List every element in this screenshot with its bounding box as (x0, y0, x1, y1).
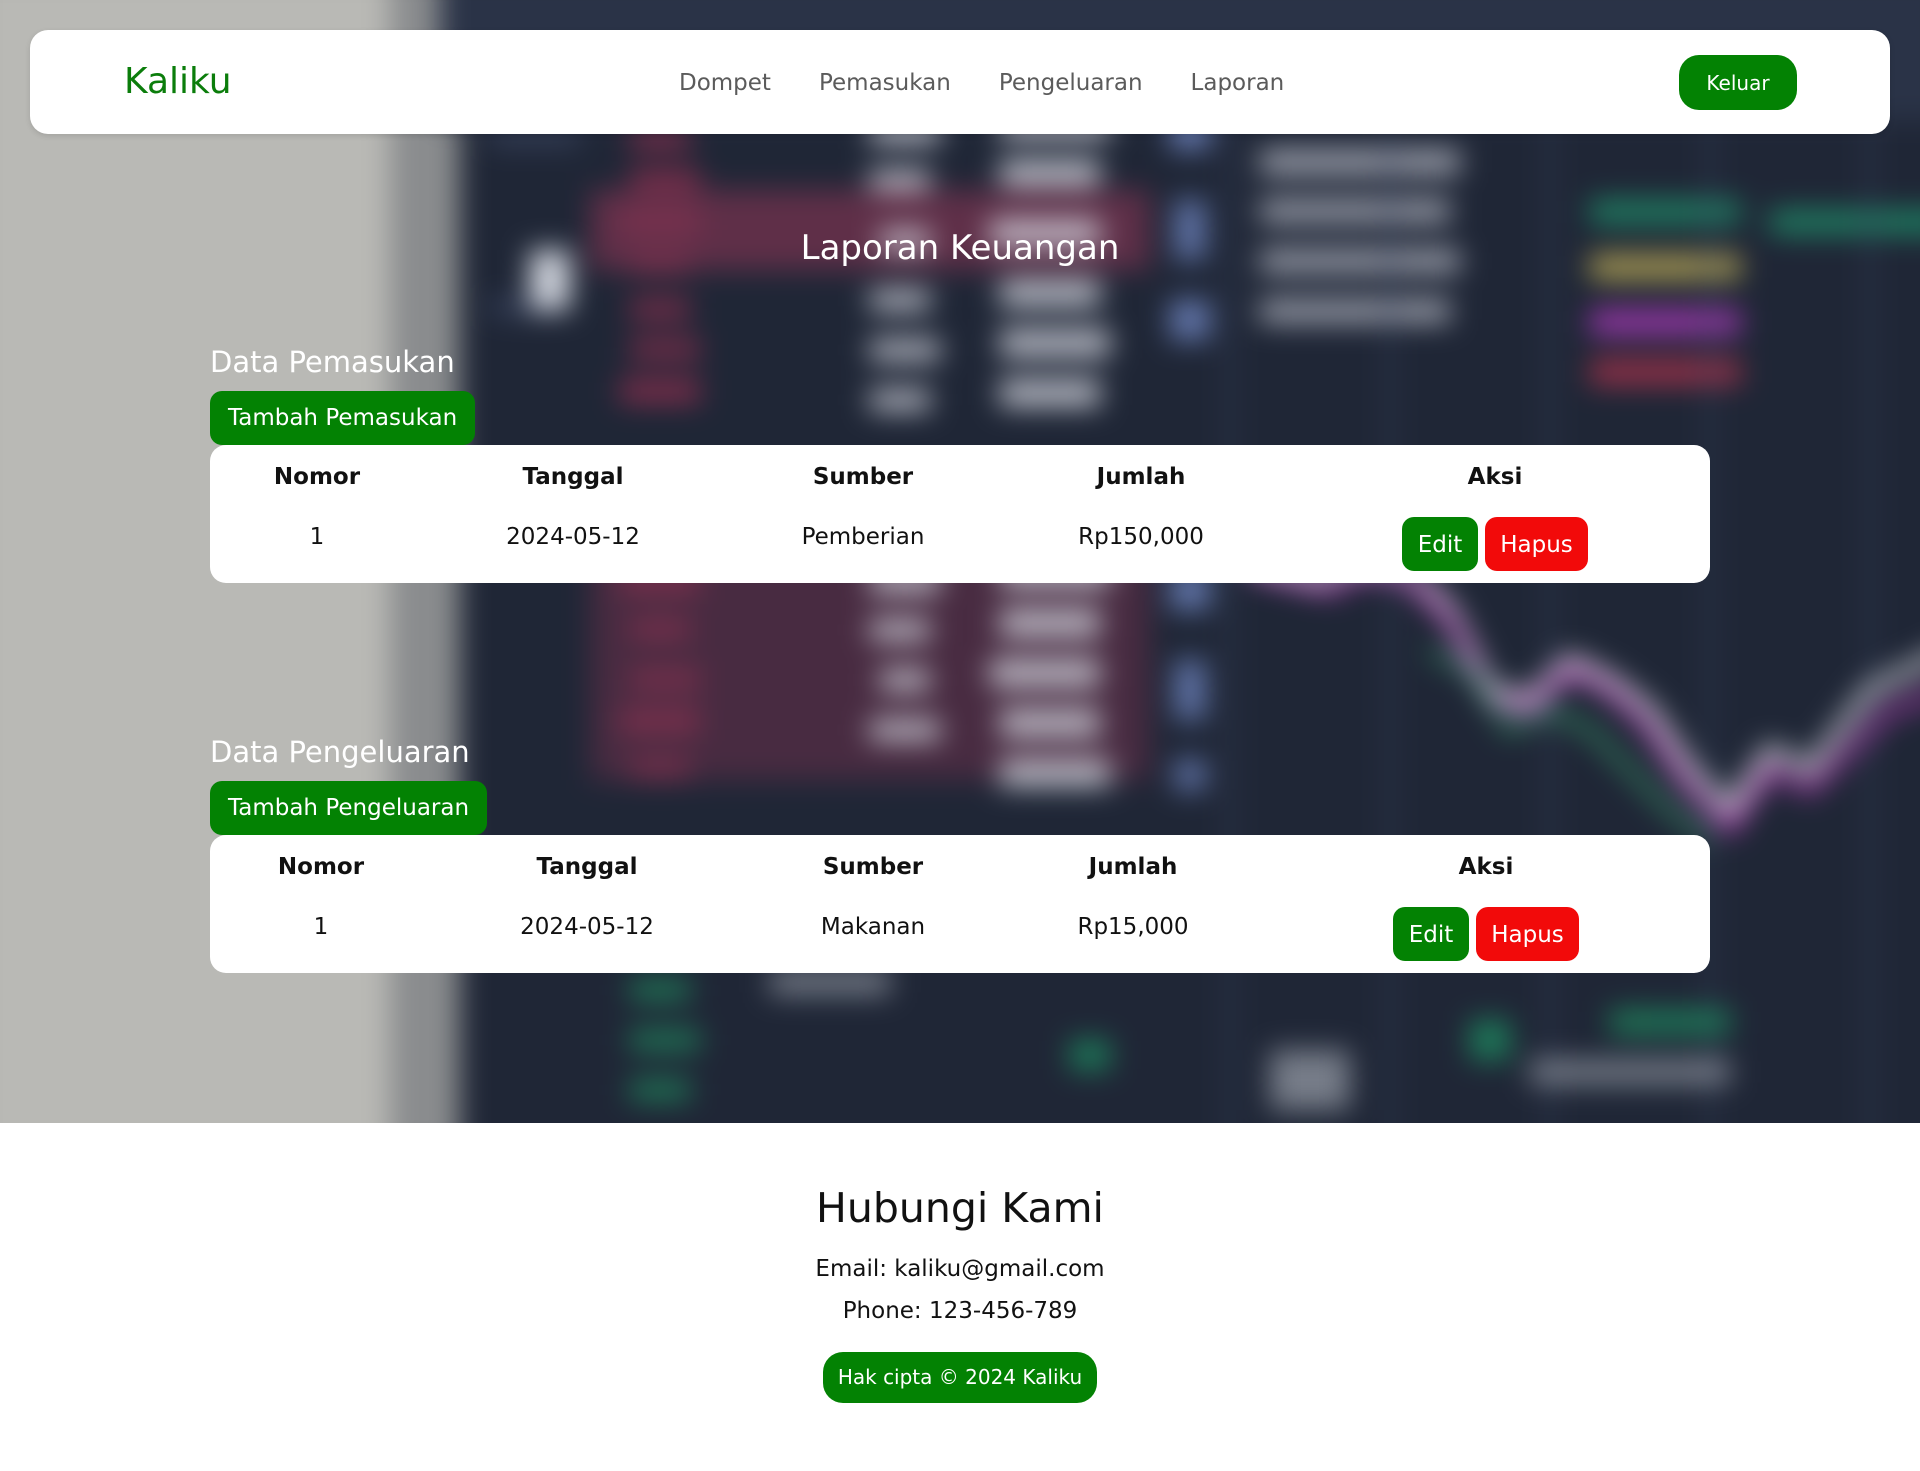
nav-link-laporan[interactable]: Laporan (1191, 68, 1285, 98)
cell-nomor: 1 (313, 914, 329, 940)
cell-tanggal: 2024-05-12 (506, 524, 640, 550)
nav-link-pengeluaran[interactable]: Pengeluaran (999, 68, 1143, 98)
page-title: Laporan Keuangan (800, 228, 1120, 268)
column-header-aksi: Aksi (1467, 464, 1523, 490)
cell-sumber: Makanan (820, 914, 926, 940)
nav-link-pemasukan[interactable]: Pemasukan (819, 68, 951, 98)
column-header-jumlah: Jumlah (1088, 854, 1178, 880)
delete-button[interactable]: Hapus (1476, 907, 1579, 961)
expense-section-title: Data Pengeluaran (210, 735, 470, 769)
nav-links: Dompet Pemasukan Pengeluaran Laporan (679, 68, 1332, 98)
column-header-sumber: Sumber (822, 854, 924, 880)
column-header-sumber: Sumber (812, 464, 914, 490)
column-header-aksi: Aksi (1458, 854, 1514, 880)
contact-phone: Phone: 123-456-789 (842, 1298, 1078, 1324)
cell-tanggal: 2024-05-12 (520, 914, 654, 940)
nav-link-dompet[interactable]: Dompet (679, 68, 771, 98)
column-header-nomor: Nomor (273, 464, 361, 490)
edit-button[interactable]: Edit (1393, 907, 1469, 961)
column-header-jumlah: Jumlah (1096, 464, 1186, 490)
cell-jumlah: Rp15,000 (1077, 914, 1189, 940)
cell-sumber: Pemberian (801, 524, 925, 550)
logout-button[interactable]: Keluar (1679, 55, 1797, 110)
column-header-tanggal: Tanggal (536, 854, 638, 880)
column-header-nomor: Nomor (277, 854, 365, 880)
column-header-tanggal: Tanggal (522, 464, 624, 490)
brand-logo[interactable]: Kaliku (124, 54, 232, 110)
navbar: Kaliku Dompet Pemasukan Pengeluaran Lapo… (30, 30, 1890, 134)
add-income-button[interactable]: Tambah Pemasukan (210, 391, 476, 445)
copyright-badge: Hak cipta © 2024 Kaliku (823, 1352, 1097, 1403)
income-table: Nomor Tanggal Sumber Jumlah Aksi 1 2024-… (210, 445, 1710, 583)
add-expense-button[interactable]: Tambah Pengeluaran (210, 781, 488, 835)
footer-title: Hubungi Kami (816, 1184, 1104, 1232)
cell-jumlah: Rp150,000 (1078, 524, 1204, 550)
delete-button[interactable]: Hapus (1485, 517, 1588, 571)
contact-email: Email: kaliku@gmail.com (815, 1256, 1105, 1282)
income-section-title: Data Pemasukan (210, 345, 455, 379)
cell-nomor: 1 (309, 524, 325, 550)
edit-button[interactable]: Edit (1402, 517, 1478, 571)
expense-table: Nomor Tanggal Sumber Jumlah Aksi 1 2024-… (210, 835, 1710, 973)
